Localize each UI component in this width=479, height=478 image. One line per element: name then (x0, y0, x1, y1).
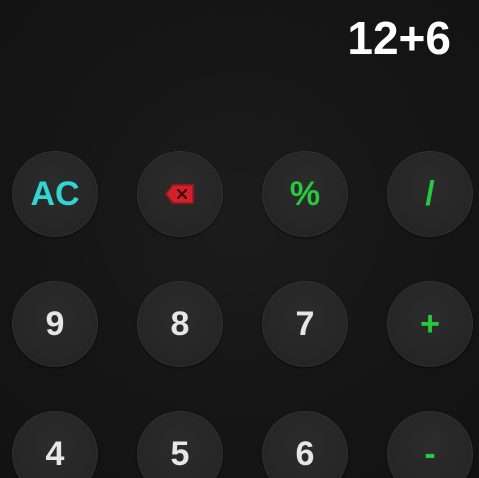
clear-button[interactable]: AC (12, 151, 98, 237)
digit-label: 5 (170, 434, 190, 473)
divide-button[interactable]: / (387, 151, 473, 237)
expression-display: 12+6 (347, 12, 451, 64)
plus-button[interactable]: + (387, 281, 473, 367)
calculator-app: 12+6 AC % / 9 8 7 + 4 5 6 - (0, 0, 479, 478)
digit-label: 9 (45, 304, 65, 343)
percent-button[interactable]: % (262, 151, 348, 237)
minus-button[interactable]: - (387, 411, 473, 478)
digit-8-button[interactable]: 8 (137, 281, 223, 367)
digit-6-button[interactable]: 6 (262, 411, 348, 478)
plus-label: + (420, 304, 440, 343)
digit-9-button[interactable]: 9 (12, 281, 98, 367)
digit-label: 8 (170, 304, 190, 343)
digit-label: 4 (45, 434, 65, 473)
digit-7-button[interactable]: 7 (262, 281, 348, 367)
clear-label: AC (30, 174, 80, 213)
backspace-button[interactable] (137, 151, 223, 237)
digit-4-button[interactable]: 4 (12, 411, 98, 478)
backspace-icon (164, 183, 196, 205)
digit-5-button[interactable]: 5 (137, 411, 223, 478)
digit-label: 6 (295, 434, 315, 473)
minus-label: - (424, 434, 436, 473)
digit-label: 7 (295, 304, 315, 343)
divide-label: / (425, 174, 435, 213)
percent-label: % (289, 174, 321, 213)
